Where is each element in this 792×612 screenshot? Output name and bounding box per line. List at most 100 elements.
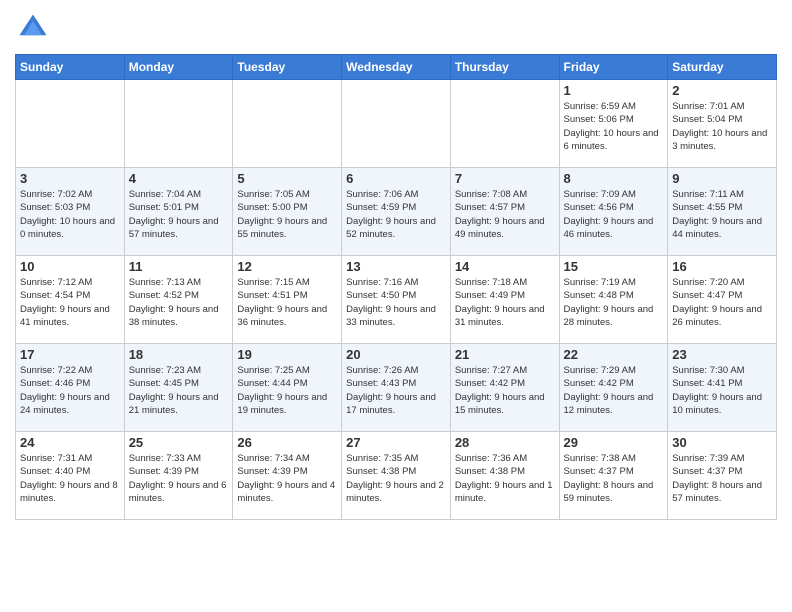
calendar-cell: 13 Sunrise: 7:16 AM Sunset: 4:50 PM Dayli… [342, 256, 451, 344]
calendar-week-row: 1 Sunrise: 6:59 AM Sunset: 5:06 PM Daylig… [16, 80, 777, 168]
calendar-cell [124, 80, 233, 168]
day-number: 19 [237, 347, 337, 362]
calendar-cell: 14 Sunrise: 7:18 AM Sunset: 4:49 PM Dayli… [450, 256, 559, 344]
calendar-cell: 26 Sunrise: 7:34 AM Sunset: 4:39 PM Dayli… [233, 432, 342, 520]
calendar-day-header: Sunday [16, 55, 125, 80]
calendar-week-row: 10Sunrise: 7:12 AM Sunset: 4:54 PM Dayli… [16, 256, 777, 344]
calendar-day-header: Monday [124, 55, 233, 80]
calendar-cell: 1 Sunrise: 6:59 AM Sunset: 5:06 PM Daylig… [559, 80, 668, 168]
calendar-cell: 16Sunrise: 7:20 AM Sunset: 4:47 PM Dayli… [668, 256, 777, 344]
day-number: 5 [237, 171, 337, 186]
calendar-cell: 5 Sunrise: 7:05 AM Sunset: 5:00 PM Daylig… [233, 168, 342, 256]
logo-icon [15, 10, 51, 46]
day-info: Sunrise: 7:13 AM Sunset: 4:52 PM Dayligh… [129, 276, 229, 329]
calendar-cell: 15 Sunrise: 7:19 AM Sunset: 4:48 PM Dayli… [559, 256, 668, 344]
calendar-cell: 22 Sunrise: 7:29 AM Sunset: 4:42 PM Dayli… [559, 344, 668, 432]
day-number: 12 [237, 259, 337, 274]
calendar-day-header: Tuesday [233, 55, 342, 80]
day-info: Sunrise: 7:16 AM Sunset: 4:50 PM Dayligh… [346, 276, 446, 329]
calendar-week-row: 3 Sunrise: 7:02 AM Sunset: 5:03 PM Daylig… [16, 168, 777, 256]
day-number: 17 [20, 347, 120, 362]
calendar-header-row: SundayMondayTuesdayWednesdayThursdayFrid… [16, 55, 777, 80]
calendar-cell: 27 Sunrise: 7:35 AM Sunset: 4:38 PM Dayli… [342, 432, 451, 520]
day-number: 24 [20, 435, 120, 450]
day-number: 29 [564, 435, 664, 450]
day-number: 15 [564, 259, 664, 274]
day-info: Sunrise: 7:30 AM Sunset: 4:41 PM Dayligh… [672, 364, 772, 417]
calendar-cell [450, 80, 559, 168]
calendar-cell: 4 Sunrise: 7:04 AM Sunset: 5:01 PM Daylig… [124, 168, 233, 256]
day-info: Sunrise: 7:01 AM Sunset: 5:04 PM Dayligh… [672, 100, 772, 153]
calendar-cell: 19Sunrise: 7:25 AM Sunset: 4:44 PM Dayli… [233, 344, 342, 432]
day-info: Sunrise: 7:06 AM Sunset: 4:59 PM Dayligh… [346, 188, 446, 241]
calendar-day-header: Wednesday [342, 55, 451, 80]
day-info: Sunrise: 6:59 AM Sunset: 5:06 PM Dayligh… [564, 100, 664, 153]
calendar-cell: 10Sunrise: 7:12 AM Sunset: 4:54 PM Dayli… [16, 256, 125, 344]
day-number: 20 [346, 347, 446, 362]
calendar-cell: 29 Sunrise: 7:38 AM Sunset: 4:37 PM Dayli… [559, 432, 668, 520]
calendar-cell: 18 Sunrise: 7:23 AM Sunset: 4:45 PM Dayli… [124, 344, 233, 432]
day-info: Sunrise: 7:23 AM Sunset: 4:45 PM Dayligh… [129, 364, 229, 417]
header [15, 10, 777, 46]
day-number: 26 [237, 435, 337, 450]
day-number: 3 [20, 171, 120, 186]
calendar-cell [342, 80, 451, 168]
day-number: 27 [346, 435, 446, 450]
day-info: Sunrise: 7:38 AM Sunset: 4:37 PM Dayligh… [564, 452, 664, 505]
day-info: Sunrise: 7:02 AM Sunset: 5:03 PM Dayligh… [20, 188, 120, 241]
calendar-cell: 7 Sunrise: 7:08 AM Sunset: 4:57 PM Daylig… [450, 168, 559, 256]
day-number: 16 [672, 259, 772, 274]
day-info: Sunrise: 7:09 AM Sunset: 4:56 PM Dayligh… [564, 188, 664, 241]
page-container: SundayMondayTuesdayWednesdayThursdayFrid… [0, 0, 792, 525]
day-number: 1 [564, 83, 664, 98]
day-number: 9 [672, 171, 772, 186]
calendar-week-row: 17 Sunrise: 7:22 AM Sunset: 4:46 PM Dayli… [16, 344, 777, 432]
day-number: 23 [672, 347, 772, 362]
calendar-table: SundayMondayTuesdayWednesdayThursdayFrid… [15, 54, 777, 520]
day-number: 30 [672, 435, 772, 450]
calendar-cell: 3 Sunrise: 7:02 AM Sunset: 5:03 PM Daylig… [16, 168, 125, 256]
calendar-cell: 2 Sunrise: 7:01 AM Sunset: 5:04 PM Daylig… [668, 80, 777, 168]
day-number: 11 [129, 259, 229, 274]
calendar-cell: 6 Sunrise: 7:06 AM Sunset: 4:59 PM Daylig… [342, 168, 451, 256]
day-info: Sunrise: 7:11 AM Sunset: 4:55 PM Dayligh… [672, 188, 772, 241]
calendar-cell: 12 Sunrise: 7:15 AM Sunset: 4:51 PM Dayli… [233, 256, 342, 344]
day-number: 7 [455, 171, 555, 186]
day-number: 21 [455, 347, 555, 362]
day-number: 8 [564, 171, 664, 186]
day-number: 18 [129, 347, 229, 362]
day-info: Sunrise: 7:18 AM Sunset: 4:49 PM Dayligh… [455, 276, 555, 329]
day-info: Sunrise: 7:39 AM Sunset: 4:37 PM Dayligh… [672, 452, 772, 505]
day-number: 22 [564, 347, 664, 362]
day-info: Sunrise: 7:26 AM Sunset: 4:43 PM Dayligh… [346, 364, 446, 417]
calendar-cell: 30 Sunrise: 7:39 AM Sunset: 4:37 PM Dayli… [668, 432, 777, 520]
day-number: 13 [346, 259, 446, 274]
calendar-cell: 23 Sunrise: 7:30 AM Sunset: 4:41 PM Dayli… [668, 344, 777, 432]
calendar-cell [233, 80, 342, 168]
day-info: Sunrise: 7:35 AM Sunset: 4:38 PM Dayligh… [346, 452, 446, 505]
calendar-week-row: 24 Sunrise: 7:31 AM Sunset: 4:40 PM Dayli… [16, 432, 777, 520]
day-number: 2 [672, 83, 772, 98]
day-number: 4 [129, 171, 229, 186]
calendar-day-header: Thursday [450, 55, 559, 80]
day-info: Sunrise: 7:34 AM Sunset: 4:39 PM Dayligh… [237, 452, 337, 505]
calendar-cell: 21 Sunrise: 7:27 AM Sunset: 4:42 PM Dayli… [450, 344, 559, 432]
day-info: Sunrise: 7:19 AM Sunset: 4:48 PM Dayligh… [564, 276, 664, 329]
day-info: Sunrise: 7:08 AM Sunset: 4:57 PM Dayligh… [455, 188, 555, 241]
day-number: 10 [20, 259, 120, 274]
day-number: 6 [346, 171, 446, 186]
logo [15, 10, 55, 46]
calendar-cell: 25Sunrise: 7:33 AM Sunset: 4:39 PM Dayli… [124, 432, 233, 520]
calendar-day-header: Saturday [668, 55, 777, 80]
day-number: 25 [129, 435, 229, 450]
day-info: Sunrise: 7:31 AM Sunset: 4:40 PM Dayligh… [20, 452, 120, 505]
day-info: Sunrise: 7:36 AM Sunset: 4:38 PM Dayligh… [455, 452, 555, 505]
day-info: Sunrise: 7:27 AM Sunset: 4:42 PM Dayligh… [455, 364, 555, 417]
day-info: Sunrise: 7:15 AM Sunset: 4:51 PM Dayligh… [237, 276, 337, 329]
day-info: Sunrise: 7:22 AM Sunset: 4:46 PM Dayligh… [20, 364, 120, 417]
day-info: Sunrise: 7:29 AM Sunset: 4:42 PM Dayligh… [564, 364, 664, 417]
day-info: Sunrise: 7:04 AM Sunset: 5:01 PM Dayligh… [129, 188, 229, 241]
day-info: Sunrise: 7:05 AM Sunset: 5:00 PM Dayligh… [237, 188, 337, 241]
day-number: 14 [455, 259, 555, 274]
calendar-cell: 9 Sunrise: 7:11 AM Sunset: 4:55 PM Daylig… [668, 168, 777, 256]
